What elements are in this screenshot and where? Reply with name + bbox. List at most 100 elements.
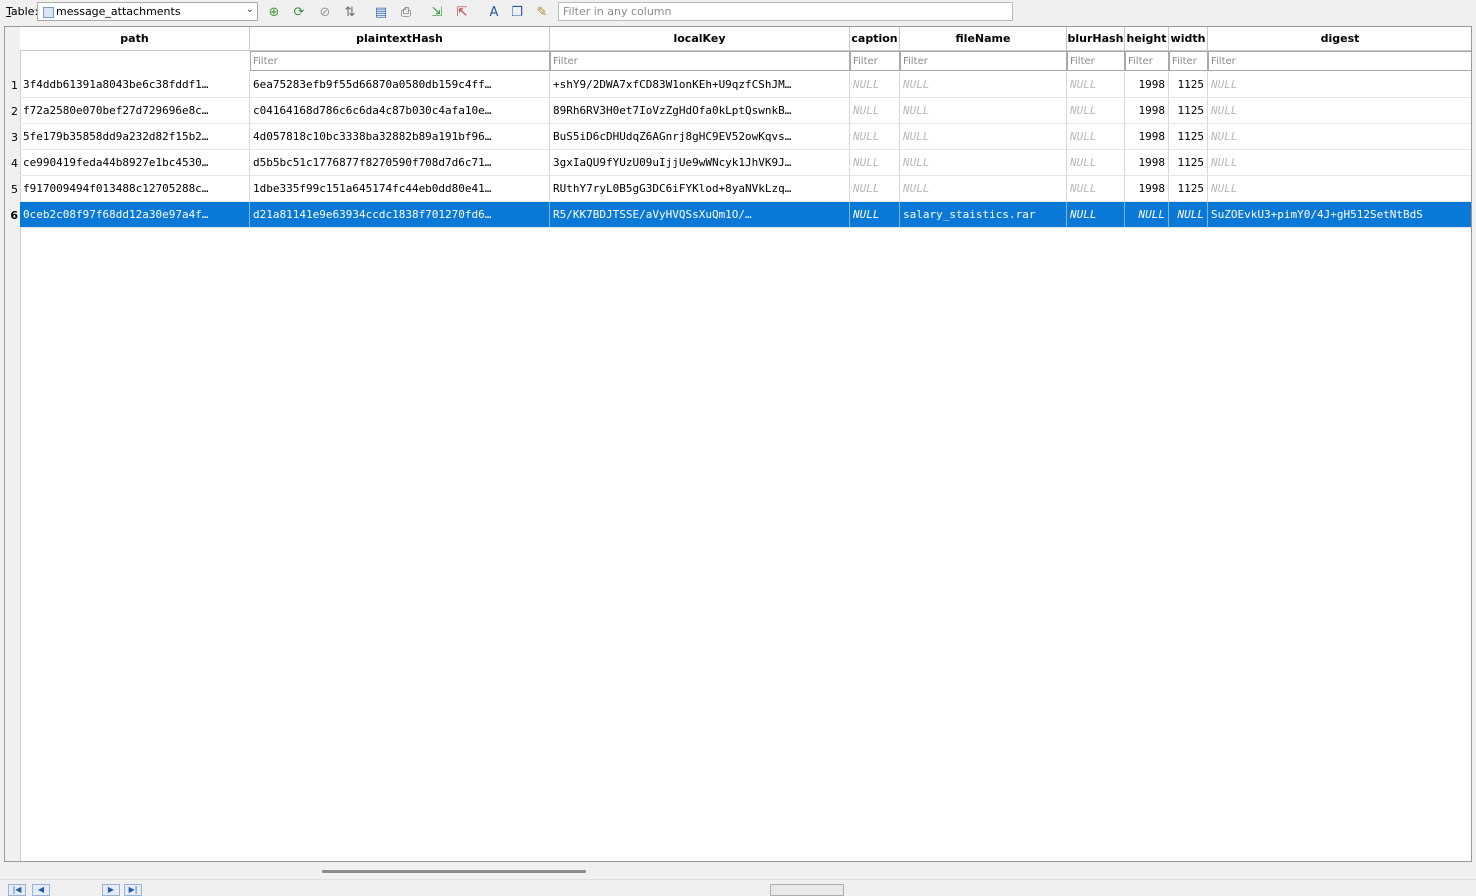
horizontal-scrollbar[interactable] xyxy=(20,864,1468,878)
filter-cell-filename[interactable] xyxy=(900,51,1067,71)
filter-cell-width[interactable] xyxy=(1169,51,1208,71)
cell-height[interactable]: NULL xyxy=(1125,202,1169,228)
cell-localkey[interactable]: BuS5iD6cDHUdqZ6AGnrj8gHC9EV52owKqvs… xyxy=(550,124,850,150)
row-number[interactable]: 3 xyxy=(5,131,20,144)
row-number[interactable]: 4 xyxy=(5,157,20,170)
cell-blurhash[interactable]: NULL xyxy=(1067,202,1125,228)
cell-blurhash[interactable]: NULL xyxy=(1067,150,1125,176)
refresh-icon[interactable]: ⟳ xyxy=(290,3,308,21)
delete-record-icon[interactable]: ⇱ xyxy=(453,3,471,21)
column-header-path[interactable]: path xyxy=(20,27,250,51)
cell-blurhash[interactable]: NULL xyxy=(1067,176,1125,202)
cell-filename[interactable]: NULL xyxy=(900,72,1067,98)
table-select[interactable]: message_attachments ⌄ xyxy=(37,2,258,21)
save-table-icon[interactable]: ▤ xyxy=(372,3,390,21)
filter-cell-localkey[interactable] xyxy=(550,51,850,71)
cell-path[interactable]: 3f4ddb61391a8043be6c38fddf1… xyxy=(20,72,250,98)
cell-localkey[interactable]: R5/KK7BDJTSSE/aVyHVQSsXuQm1O/… xyxy=(550,202,850,228)
column-header-width[interactable]: width xyxy=(1169,27,1208,51)
filter-input-caption[interactable] xyxy=(851,52,899,70)
insert-record-icon[interactable]: ⇲ xyxy=(428,3,446,21)
table-row[interactable]: 1 3f4ddb61391a8043be6c38fddf1… 6ea75283efb… xyxy=(11,72,1471,98)
column-header-localkey[interactable]: localKey xyxy=(550,27,850,51)
filter-input-plaintexthash[interactable] xyxy=(251,52,549,70)
cell-digest[interactable]: SuZOEvkU3+pimY0/4J+gH512SetNtBdS xyxy=(1208,202,1471,228)
filter-cell-height[interactable] xyxy=(1125,51,1169,71)
clear-filters-icon[interactable]: ⊘ xyxy=(316,3,334,21)
last-record-icon[interactable]: ▶| xyxy=(124,884,142,896)
column-header-filename[interactable]: fileName xyxy=(900,27,1067,51)
cell-blurhash[interactable]: NULL xyxy=(1067,98,1125,124)
horizontal-scrollbar-thumb[interactable] xyxy=(322,870,586,873)
filter-input-blurhash[interactable] xyxy=(1068,52,1124,70)
cell-plaintexthash[interactable]: d21a81141e9e63934ccdc1838f701270fd6… xyxy=(250,202,550,228)
cell-path[interactable]: 5fe179b35858dd9a232d82f15b2… xyxy=(20,124,250,150)
cell-caption[interactable]: NULL xyxy=(850,150,900,176)
table-row[interactable]: 2 f72a2580e070bef27d729696e8c… c04164168d7… xyxy=(11,98,1471,124)
table-settings-icon[interactable]: ✎ xyxy=(533,3,551,21)
cell-caption[interactable]: NULL xyxy=(850,124,900,150)
cell-width[interactable]: 1125 xyxy=(1169,150,1208,176)
goto-button[interactable] xyxy=(770,884,844,896)
cell-filename[interactable]: NULL xyxy=(900,124,1067,150)
table-row[interactable]: 5 f917009494f013488c12705288c… 1dbe335f99c… xyxy=(11,176,1471,202)
cell-filename[interactable]: NULL xyxy=(900,150,1067,176)
print-icon[interactable]: ⎙ xyxy=(397,3,415,21)
cell-path[interactable]: f917009494f013488c12705288c… xyxy=(20,176,250,202)
cell-width[interactable]: 1125 xyxy=(1169,98,1208,124)
cell-plaintexthash[interactable]: 6ea75283efb9f55d66870a0580db159c4ff… xyxy=(250,72,550,98)
cell-digest[interactable]: NULL xyxy=(1208,124,1471,150)
text-format-icon[interactable]: A xyxy=(485,3,503,21)
cell-plaintexthash[interactable]: c04164168d786c6c6da4c87b030c4afa10e… xyxy=(250,98,550,124)
filter-input-filename[interactable] xyxy=(901,52,1066,70)
filter-input-width[interactable] xyxy=(1170,52,1207,70)
cell-blurhash[interactable]: NULL xyxy=(1067,72,1125,98)
cell-path[interactable]: 0ceb2c08f97f68dd12a30e97a4f… xyxy=(20,202,250,228)
previous-record-icon[interactable]: ◀ xyxy=(32,884,50,896)
cell-localkey[interactable]: RUthY7ryL0B5gG3DC6iFYKlod+8yaNVkLzq… xyxy=(550,176,850,202)
encoding-icon[interactable]: ❐ xyxy=(508,3,526,21)
cell-plaintexthash[interactable]: d5b5bc51c1776877f8270590f708d7d6c71… xyxy=(250,150,550,176)
sort-icon[interactable]: ⇅ xyxy=(341,3,359,21)
cell-filename[interactable]: salary_staistics.rar xyxy=(900,202,1067,228)
cell-height[interactable]: 1998 xyxy=(1125,98,1169,124)
cell-plaintexthash[interactable]: 4d057818c10bc3338ba32882b89a191bf96… xyxy=(250,124,550,150)
cell-plaintexthash[interactable]: 1dbe335f99c151a645174fc44eb0dd80e41… xyxy=(250,176,550,202)
table-row[interactable]: 4 ce990419feda44b8927e1bc4530… d5b5bc51c17… xyxy=(11,150,1471,176)
cell-width[interactable]: 1125 xyxy=(1169,72,1208,98)
cell-digest[interactable]: NULL xyxy=(1208,176,1471,202)
table-row[interactable]: 6 0ceb2c08f97f68dd12a30e97a4f… d21a81141e9… xyxy=(10,202,1471,228)
filter-input-digest[interactable] xyxy=(1209,52,1471,70)
filter-cell-digest[interactable] xyxy=(1208,51,1471,71)
cell-width[interactable]: NULL xyxy=(1169,202,1208,228)
cell-localkey[interactable]: 3gxIaQU9fYUzU09uIjjUe9wWNcyk1JhVK9J… xyxy=(550,150,850,176)
cell-height[interactable]: 1998 xyxy=(1125,72,1169,98)
filter-input-height[interactable] xyxy=(1126,52,1168,70)
column-header-caption[interactable]: caption xyxy=(850,27,900,51)
table-row[interactable]: 3 5fe179b35858dd9a232d82f15b2… 4d057818c10… xyxy=(11,124,1471,150)
cell-caption[interactable]: NULL xyxy=(850,98,900,124)
cell-digest[interactable]: NULL xyxy=(1208,72,1471,98)
cell-blurhash[interactable]: NULL xyxy=(1067,124,1125,150)
filter-cell-blurhash[interactable] xyxy=(1067,51,1125,71)
filter-cell-caption[interactable] xyxy=(850,51,900,71)
cell-width[interactable]: 1125 xyxy=(1169,176,1208,202)
cell-filename[interactable]: NULL xyxy=(900,176,1067,202)
cell-digest[interactable]: NULL xyxy=(1208,98,1471,124)
cell-localkey[interactable]: 89Rh6RV3H0et7IoVzZgHdOfa0kLptQswnkB… xyxy=(550,98,850,124)
column-header-height[interactable]: height xyxy=(1125,27,1169,51)
filter-any-column-input[interactable] xyxy=(559,3,1012,20)
filter-input-localkey[interactable] xyxy=(551,52,849,70)
row-number[interactable]: 2 xyxy=(5,105,20,118)
column-header-plaintexthash[interactable]: plaintextHash xyxy=(250,27,550,51)
cell-path[interactable]: f72a2580e070bef27d729696e8c… xyxy=(20,98,250,124)
cell-caption[interactable]: NULL xyxy=(850,72,900,98)
cell-path[interactable]: ce990419feda44b8927e1bc4530… xyxy=(20,150,250,176)
row-number[interactable]: 5 xyxy=(5,183,20,196)
cell-localkey[interactable]: +shY9/2DWA7xfCD83W1onKEh+U9qzfCShJM… xyxy=(550,72,850,98)
cell-caption[interactable]: NULL xyxy=(850,176,900,202)
cell-filename[interactable]: NULL xyxy=(900,98,1067,124)
cell-caption[interactable]: NULL xyxy=(850,202,900,228)
column-header-digest[interactable]: digest xyxy=(1208,27,1471,51)
next-record-icon[interactable]: ▶ xyxy=(102,884,120,896)
